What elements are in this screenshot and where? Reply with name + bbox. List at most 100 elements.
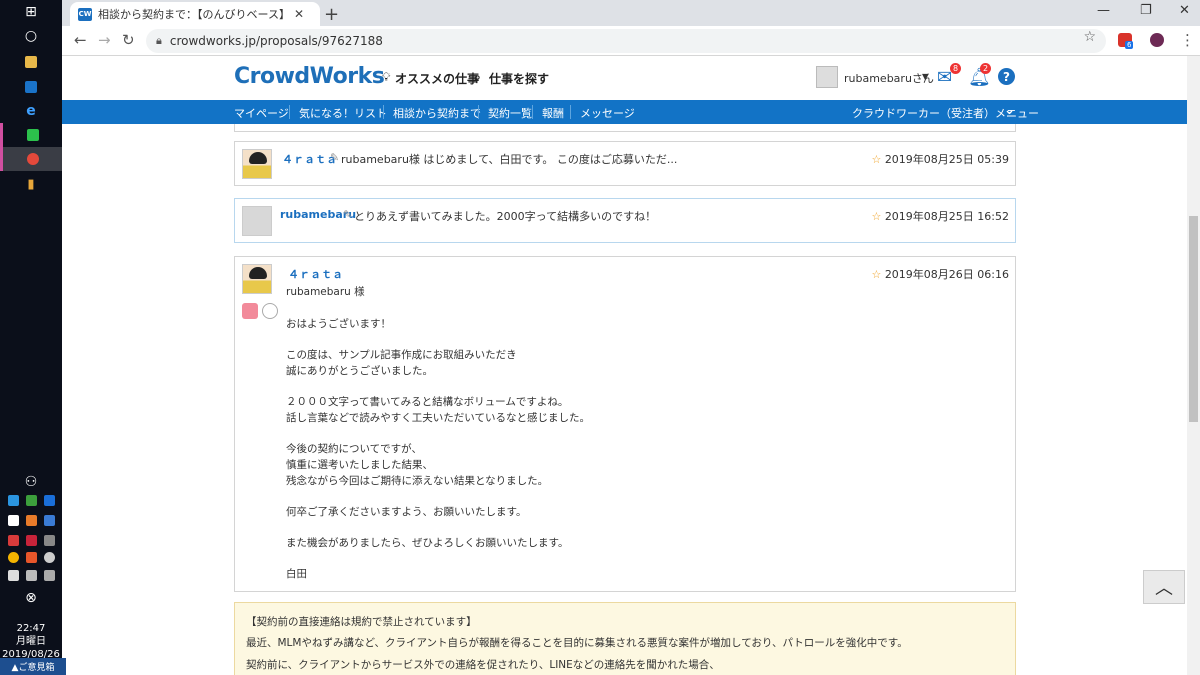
menu-contracts[interactable]: 契約一覧 <box>488 105 532 121</box>
contact-warning-notice: 【契約前の直接連絡は規約で禁止されています】 最近、MLMやねずみ講など、クライ… <box>234 602 1016 675</box>
skype-icon[interactable] <box>7 495 19 506</box>
message-date: 2019年08月25日 05:39 <box>884 153 1009 166</box>
tab-title: 相談から契約まで：【のんびりベース】 <box>98 8 288 21</box>
chevron-down-icon[interactable]: ▼ <box>922 72 928 81</box>
message-line: 話し言葉などで読みやすく工夫いただいているなと感じました。 <box>286 412 590 424</box>
tray-row-4 <box>4 552 58 563</box>
search-icon: ⌕ <box>474 70 481 84</box>
crowdworks-logo[interactable]: CrowdWorks <box>234 64 385 89</box>
extension-badge: 6 <box>1125 41 1134 49</box>
url-field[interactable]: 🔒︎ crowdworks.jp/proposals/97627188 <box>146 29 1106 53</box>
scroll-to-top-button[interactable]: ︿ <box>1143 570 1185 604</box>
neutral-face-icon[interactable] <box>262 303 278 319</box>
mouse-icon[interactable] <box>43 552 55 563</box>
chat-icon[interactable] <box>25 495 37 506</box>
forward-icon[interactable]: → <box>98 31 111 49</box>
send-icon[interactable] <box>25 552 37 563</box>
notice-title: 【契約前の直接連絡は規約で禁止されています】 <box>246 616 477 628</box>
line-app-icon[interactable] <box>0 123 62 147</box>
chevron-down-icon[interactable]: ⌄ <box>1004 103 1015 118</box>
message-line: 何卒ご了承くださいますよう、お願いいたします。 <box>286 506 527 518</box>
window-close-icon[interactable]: ✕ <box>1179 3 1190 18</box>
url-text[interactable]: crowdworks.jp/proposals/97627188 <box>170 34 383 48</box>
windows-start-icon[interactable]: ⊞ <box>0 0 62 24</box>
edge-icon[interactable]: e <box>0 99 62 123</box>
message-line: 今後の契約についてですが、 <box>286 443 422 455</box>
mail-count-badge: 8 <box>950 63 962 74</box>
new-tab-icon[interactable]: + <box>324 4 339 25</box>
site-header: CrowdWorks 💡︎ オススメの仕事 ⌕ 仕事を探す rubamebaru… <box>62 56 1187 100</box>
message-thread: ４ｒａｔａ ✎ rubamebaru様 はじめまして、白田です。 この度はご応募… <box>62 124 1187 675</box>
message-snippet[interactable]: rubamebaru様 はじめまして、白田です。 この度はご応募いただ... <box>341 151 677 167</box>
reload-icon[interactable]: ↻ <box>122 31 135 49</box>
file-explorer-icon[interactable] <box>0 50 62 74</box>
star-icon[interactable]: ☆ <box>871 210 881 223</box>
app-tray-icon[interactable] <box>7 535 19 546</box>
clock-time[interactable]: 22:47 <box>0 622 62 635</box>
menu-divider <box>478 105 479 119</box>
message-line: おはようございます！ <box>286 318 391 330</box>
help-icon[interactable]: ? <box>998 68 1015 85</box>
scrollbar-thumb[interactable] <box>1189 216 1198 422</box>
star-icon[interactable]: ☆ <box>871 268 881 281</box>
sender-avatar[interactable] <box>242 206 272 236</box>
battery-icon[interactable] <box>7 570 19 581</box>
nav-recommended[interactable]: オススメの仕事 <box>395 70 479 87</box>
menu-payments[interactable]: 報酬 <box>542 105 564 121</box>
menu-divider <box>570 105 571 119</box>
close-circle-icon[interactable]: ⊗ <box>0 586 62 610</box>
minimize-icon[interactable]: — <box>1097 3 1110 18</box>
tray-row-1 <box>4 495 58 506</box>
message-line: rubamebaru 様 <box>286 286 365 298</box>
browser-tab[interactable]: CW 相談から契約まで：【のんびりベース】 ✕ <box>70 2 320 26</box>
menu-favorites[interactable]: 気になる！リスト <box>299 105 387 121</box>
nav-search-jobs[interactable]: 仕事を探す <box>489 70 549 87</box>
notice-line: 最近、MLMやねずみ講など、クライアント自らが報酬を得ることを目的に募集される悪… <box>246 637 908 649</box>
volume-icon[interactable] <box>43 570 55 581</box>
bookmark-star-icon[interactable]: ☆ <box>1083 29 1096 45</box>
app-icon[interactable]: ▮ <box>0 172 62 196</box>
profile-avatar[interactable] <box>1150 33 1164 47</box>
notice-line: 契約前に、クライアントからサービス外での連絡を促されたり、LINEなどの連絡先を… <box>246 659 720 671</box>
message-line: 誠にありがとうございました。 <box>286 365 433 377</box>
user-avatar[interactable] <box>816 66 838 88</box>
menu-messages[interactable]: メッセージ <box>580 105 635 121</box>
menu-mypage[interactable]: マイページ <box>234 105 289 121</box>
message-date: 2019年08月26日 06:16 <box>884 268 1009 281</box>
lightbulb-icon: 💡︎ <box>382 70 391 84</box>
network-app-icon[interactable] <box>43 515 55 526</box>
sender-name[interactable]: ４ｒａｔａ <box>282 151 337 167</box>
message-card[interactable]: rubamebaru ✎ とりあえず書いてみました。2000字って結構多いのです… <box>234 198 1016 243</box>
cortana-search-icon[interactable]: ○ <box>0 24 62 48</box>
menu-proposals[interactable]: 相談から契約まで <box>393 105 481 121</box>
lock-icon[interactable]: 🔒︎ <box>156 34 162 48</box>
people-icon[interactable]: ⚇ <box>0 470 62 494</box>
user-menu[interactable]: rubamebaruさん <box>844 70 934 86</box>
chrome-menu-icon[interactable]: ⋮ <box>1180 31 1195 49</box>
heart-reaction-icon[interactable] <box>242 303 258 319</box>
maximize-icon[interactable]: ❐ <box>1140 3 1152 18</box>
message-line: 白田 <box>286 568 307 580</box>
feedback-button[interactable]: ▲ご意見箱 <box>0 658 66 675</box>
office-icon[interactable] <box>25 515 37 526</box>
tab-strip: CW 相談から契約まで：【のんびりベース】 ✕ + — ❐ ✕ <box>62 0 1200 26</box>
tab-close-icon[interactable]: ✕ <box>294 7 304 21</box>
page-scrollbar[interactable] <box>1187 56 1200 675</box>
message-snippet[interactable]: とりあえず書いてみました。2000字って結構多いのですね！ <box>354 208 656 224</box>
sender-name[interactable]: ４ｒａｔａ <box>288 266 343 282</box>
chrome-tray-icon[interactable] <box>7 552 19 563</box>
menu-divider <box>289 105 290 119</box>
sender-avatar[interactable] <box>242 264 272 294</box>
star-icon[interactable]: ☆ <box>871 153 881 166</box>
back-icon[interactable]: ← <box>74 31 87 49</box>
message-line: ２０００文字って書いてみると結構なボリュームですよね。 <box>286 396 569 408</box>
bluetooth-icon[interactable] <box>43 495 55 506</box>
security-icon[interactable] <box>7 515 19 526</box>
message-card[interactable]: ４ｒａｔａ ✎ rubamebaru様 はじめまして、白田です。 この度はご応募… <box>234 141 1016 186</box>
mcafee-icon[interactable] <box>25 535 37 546</box>
outlook-icon[interactable] <box>0 75 62 99</box>
wifi-icon[interactable] <box>25 570 37 581</box>
sender-avatar[interactable] <box>242 149 272 179</box>
display-icon[interactable] <box>43 535 55 546</box>
chrome-icon[interactable] <box>0 147 62 171</box>
